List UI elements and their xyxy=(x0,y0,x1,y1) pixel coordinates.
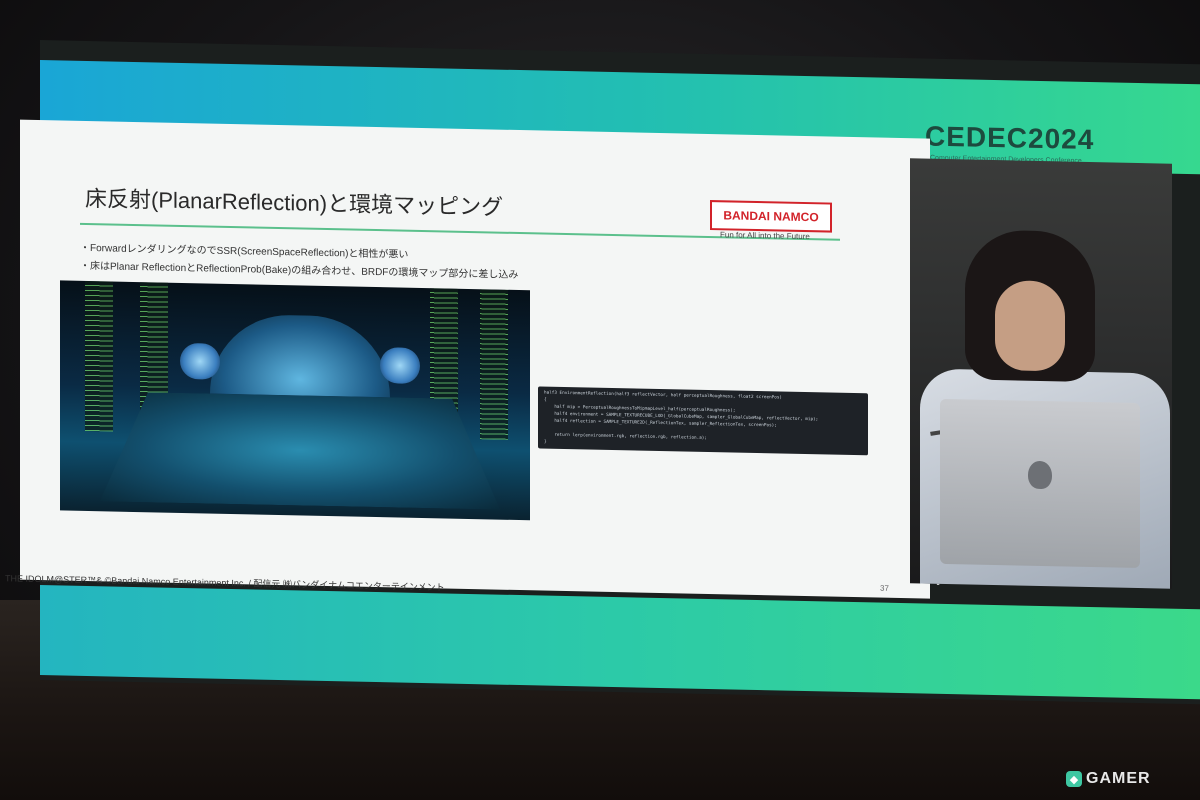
code-line: { xyxy=(544,397,547,403)
apple-logo-icon xyxy=(1028,460,1052,490)
projector-screen: CEDEC2024 Computer Entertainment Develop… xyxy=(5,40,1200,705)
reflective-stage-floor xyxy=(100,391,500,509)
code-line: } xyxy=(544,439,547,445)
speaker-camera-feed xyxy=(910,158,1172,589)
presentation-slide: 床反射(PlanarReflection)と環境マッピング BANDAI NAM… xyxy=(5,119,930,599)
cedec-logo-top: CEDEC2024 xyxy=(925,120,1095,156)
bullet-item: ・床はPlanar ReflectionとReflectionProb(Bake… xyxy=(80,260,519,282)
company-tagline: Fun for All into the Future xyxy=(720,230,810,242)
light-tower xyxy=(480,289,508,440)
slide-band-bottom xyxy=(40,585,1200,700)
stage-side-screen xyxy=(380,347,420,384)
gamer-watermark: GAMER xyxy=(1086,770,1151,787)
code-line: half3 EnvironmentReflection(half3 reflec… xyxy=(544,390,782,401)
gamer-logo-icon: ◆ xyxy=(1066,771,1082,787)
code-line: return lerp(environment.rgb, reflection.… xyxy=(544,432,707,441)
bandai-namco-logo: BANDAI NAMCO xyxy=(710,200,832,233)
light-tower xyxy=(85,280,113,432)
stage-side-screen xyxy=(180,342,220,380)
stage-render-image xyxy=(60,280,530,521)
stage-center-screen xyxy=(210,313,390,398)
slide-title: 床反射(PlanarReflection)と環境マッピング xyxy=(85,185,504,220)
shader-code-block: half3 EnvironmentReflection(half3 reflec… xyxy=(538,386,868,456)
laptop xyxy=(940,398,1140,569)
speaker-face xyxy=(995,280,1065,372)
